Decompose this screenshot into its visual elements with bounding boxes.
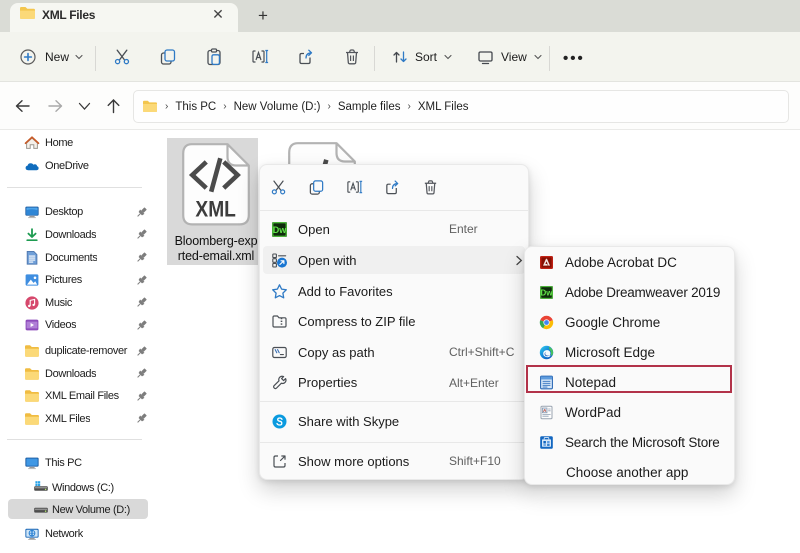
svg-text:XML: XML [195, 197, 236, 222]
svg-text:Dw: Dw [273, 225, 287, 235]
svg-text:Dw: Dw [541, 288, 554, 297]
